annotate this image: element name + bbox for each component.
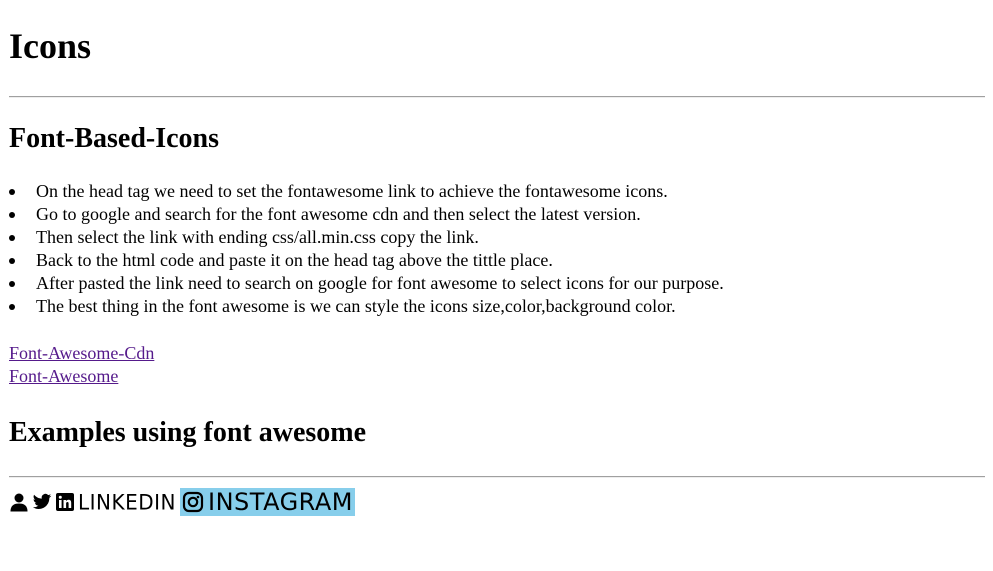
page-content: Icons Font-Based-Icons On the head tag w… [0,0,993,516]
list-item: Then select the link with ending css/all… [9,226,985,249]
linkedin-icon [55,492,75,512]
user-icon [9,492,29,512]
bullet-icon [9,189,15,195]
page-title: Icons [9,26,92,66]
bullet-icon [9,258,15,264]
instagram-label: INSTAGRAM [208,488,353,516]
linkedin-label: LINKEDIN [78,489,177,515]
section-title-examples: Examples using font awesome [9,417,367,448]
instruction-list: On the head tag we need to set the fonta… [9,180,985,318]
divider-top [9,96,985,98]
links-group: Font-Awesome-Cdn Font-Awesome [9,342,985,388]
bullet-icon [9,281,15,287]
list-item: After pasted the link need to search on … [9,272,985,295]
section-title-font-based-icons: Font-Based-Icons [9,123,220,154]
list-item: The best thing in the font awesome is we… [9,295,985,318]
instagram-example: INSTAGRAM [180,488,355,516]
bullet-icon [9,304,15,310]
list-item: Go to google and search for the font awe… [9,203,985,226]
list-item: On the head tag we need to set the fonta… [9,180,985,203]
font-awesome-link[interactable]: Font-Awesome [9,365,118,388]
instagram-icon [182,491,204,513]
bullet-icon [9,235,15,241]
divider-bottom [9,476,985,478]
font-awesome-cdn-link[interactable]: Font-Awesome-Cdn [9,342,154,365]
list-item: Back to the html code and paste it on th… [9,249,985,272]
twitter-icon [32,492,52,512]
bullet-icon [9,212,15,218]
icon-examples-row: LINKEDIN INSTAGRAM [9,488,985,516]
